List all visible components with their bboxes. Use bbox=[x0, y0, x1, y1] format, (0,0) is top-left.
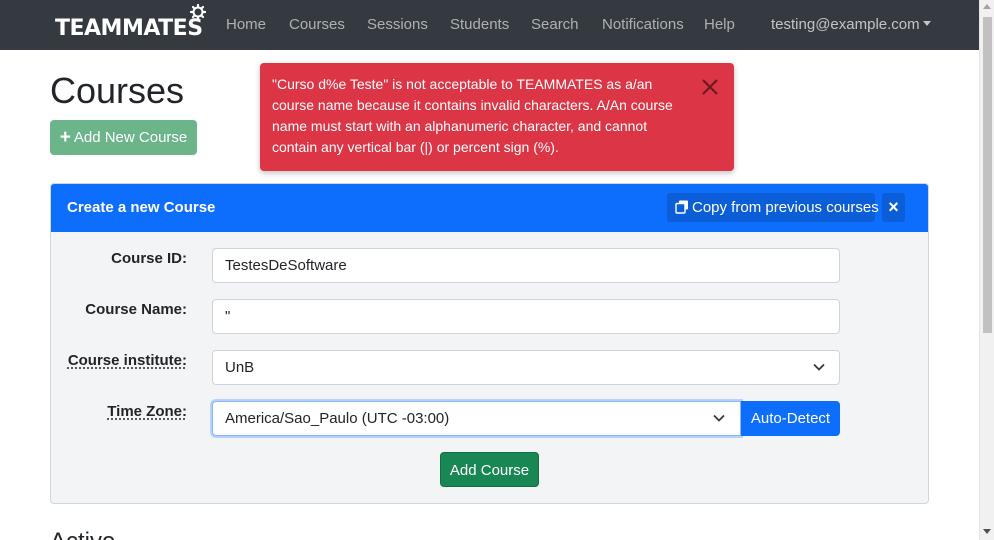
course-id-label: Course ID: bbox=[111, 250, 187, 267]
error-message: "Curso d%e Teste" is not acceptable to T… bbox=[272, 76, 673, 155]
nav-home[interactable]: Home bbox=[226, 0, 266, 50]
time-zone-value: America/Sao_Paulo (UTC -03:00) bbox=[225, 410, 450, 427]
scroll-up-arrow-icon[interactable] bbox=[983, 4, 991, 9]
page-scrollbar[interactable] bbox=[979, 0, 994, 540]
course-institute-value: UnB bbox=[225, 359, 255, 376]
create-course-title: Create a new Course bbox=[67, 199, 216, 216]
navbar: TEAMMATES Home Courses Sessions Students… bbox=[0, 0, 979, 50]
close-icon[interactable] bbox=[700, 77, 720, 97]
brand-text: TEAMMATES bbox=[55, 16, 203, 41]
scroll-down-arrow-icon[interactable] bbox=[983, 529, 991, 534]
nav-help[interactable]: Help bbox=[704, 0, 735, 50]
time-zone-select[interactable]: America/Sao_Paulo (UTC -03:00) bbox=[212, 401, 741, 436]
nav-students[interactable]: Students bbox=[450, 0, 509, 50]
close-panel-button[interactable]: × bbox=[882, 193, 905, 222]
course-name-input[interactable]: " bbox=[212, 299, 840, 334]
course-name-label: Course Name: bbox=[85, 301, 187, 318]
brand-logo[interactable]: TEAMMATES bbox=[55, 4, 206, 44]
nav-search[interactable]: Search bbox=[531, 0, 579, 50]
copy-icon bbox=[675, 200, 688, 214]
scrollbar-thumb[interactable] bbox=[983, 17, 992, 333]
add-new-course-label: Add New Course bbox=[73, 129, 188, 146]
plus-icon: + bbox=[59, 127, 71, 148]
caret-down-icon bbox=[922, 21, 931, 26]
user-email: testing@example.com bbox=[771, 16, 920, 33]
auto-detect-button[interactable]: Auto-Detect bbox=[741, 401, 840, 436]
copy-from-previous-courses-button[interactable]: Copy from previous courses bbox=[667, 193, 879, 222]
user-menu[interactable]: testing@example.com bbox=[771, 0, 931, 50]
copy-from-previous-courses-label: Copy from previous courses bbox=[692, 199, 879, 216]
time-zone-label: Time Zone: bbox=[107, 403, 187, 420]
add-new-course-button[interactable]: + Add New Course bbox=[50, 120, 197, 155]
course-id-input[interactable]: TestesDeSoftware bbox=[212, 248, 840, 283]
create-course-header: Create a new Course Copy from previous c… bbox=[51, 184, 928, 232]
course-institute-select[interactable]: UnB bbox=[212, 350, 840, 385]
chevron-down-icon bbox=[713, 414, 725, 422]
nav-sessions[interactable]: Sessions bbox=[367, 0, 428, 50]
error-toast: "Curso d%e Teste" is not acceptable to T… bbox=[260, 63, 734, 171]
gear-icon bbox=[189, 4, 206, 20]
create-course-panel: Create a new Course Copy from previous c… bbox=[50, 183, 929, 504]
nav-notifications[interactable]: Notifications bbox=[602, 0, 684, 50]
page-title: Courses bbox=[50, 70, 185, 111]
active-courses-heading: Active bbox=[50, 528, 115, 540]
course-institute-label: Course institute: bbox=[67, 352, 187, 369]
nav-courses[interactable]: Courses bbox=[289, 0, 345, 50]
chevron-down-icon bbox=[813, 363, 825, 371]
add-course-button[interactable]: Add Course bbox=[440, 452, 539, 487]
